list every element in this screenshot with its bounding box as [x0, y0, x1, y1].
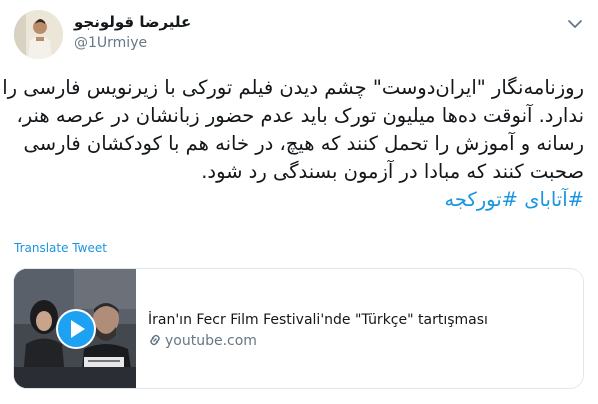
play-icon[interactable] — [56, 309, 96, 349]
video-thumbnail[interactable] — [14, 269, 136, 388]
chevron-down-icon[interactable] — [566, 16, 584, 30]
tweet-line: روزنامه‌نگار "ایران‌دوست" چشم دیدن فیلم … — [2, 76, 584, 99]
hashtag-link[interactable]: #آتابای — [524, 188, 584, 211]
tweet-line: ندارد. آنوقت ده‌ها میلیون تورک باید عدم … — [16, 104, 584, 127]
link-card[interactable]: İran'ın Fecr Film Festivali'nde "Türkçe"… — [13, 268, 584, 389]
hashtag-link[interactable]: #تورکجه — [444, 188, 518, 211]
avatar[interactable] — [14, 10, 63, 59]
card-domain[interactable]: youtube.com — [148, 333, 257, 349]
hashtag-line: #آتابای #تورکجه — [14, 186, 584, 214]
author-handle[interactable]: @1Urmiye — [74, 35, 147, 51]
card-domain-text: youtube.com — [165, 333, 257, 349]
link-icon — [150, 334, 160, 346]
card-title[interactable]: İran'ın Fecr Film Festivali'nde "Türkçe"… — [148, 312, 488, 328]
translate-tweet-link[interactable]: Translate Tweet — [14, 241, 107, 255]
tweet-line: رسانه و آموزش را تحمل کنند که هیچ، در خا… — [23, 132, 584, 155]
tweet-line: صحبت کنند که مبادا در آزمون بسندگی رد شو… — [201, 160, 584, 183]
tweet-text: روزنامه‌نگار "ایران‌دوست" چشم دیدن فیلم … — [2, 74, 584, 214]
avatar-image — [14, 10, 63, 59]
author-display-name[interactable]: علیرضا قولونجو — [74, 13, 191, 31]
